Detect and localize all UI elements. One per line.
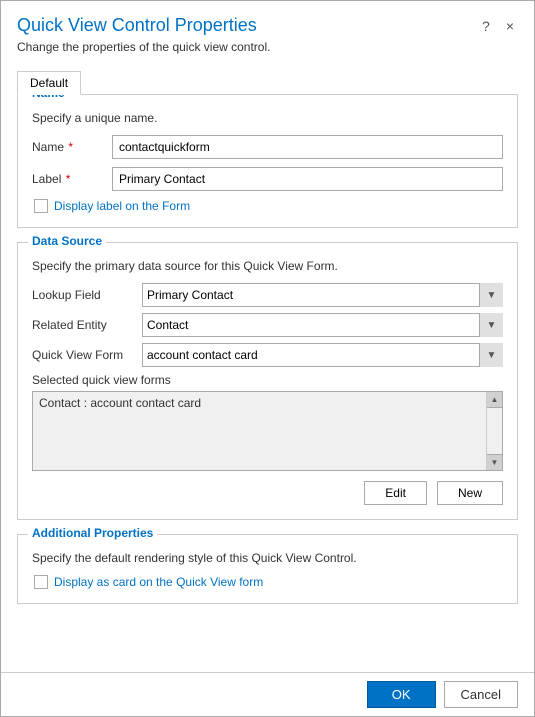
- action-buttons: Edit New: [32, 481, 503, 505]
- dialog-subtitle: Change the properties of the quick view …: [17, 40, 518, 54]
- tab-default[interactable]: Default: [17, 71, 81, 95]
- quick-view-form-row: Quick View Form account contact card ▼: [32, 343, 503, 367]
- dialog-title: Quick View Control Properties: [17, 15, 257, 36]
- name-required-star: *: [65, 140, 73, 154]
- label-row: Label *: [32, 167, 503, 191]
- additional-props-description: Specify the default rendering style of t…: [32, 551, 503, 565]
- edit-button[interactable]: Edit: [364, 481, 427, 505]
- display-label-text: Display label on the Form: [54, 199, 190, 213]
- name-label: Name *: [32, 140, 112, 154]
- name-section: Name Specify a unique name. Name * Label…: [17, 94, 518, 228]
- close-icon[interactable]: ×: [502, 16, 518, 36]
- name-input[interactable]: [112, 135, 503, 159]
- scroll-up-button[interactable]: ▲: [487, 392, 503, 408]
- data-source-description: Specify the primary data source for this…: [32, 259, 503, 273]
- selected-forms-item: Contact : account contact card: [39, 396, 201, 410]
- display-label-row: Display label on the Form: [34, 199, 503, 213]
- name-row: Name *: [32, 135, 503, 159]
- help-icon[interactable]: ?: [478, 16, 494, 36]
- related-entity-label: Related Entity: [32, 318, 142, 332]
- display-label-checkbox[interactable]: [34, 199, 48, 213]
- related-entity-row: Related Entity Contact ▼: [32, 313, 503, 337]
- display-as-card-checkbox[interactable]: [34, 575, 48, 589]
- new-button[interactable]: New: [437, 481, 503, 505]
- selected-forms-scrollbar: ▲ ▼: [486, 392, 502, 470]
- label-required-star: *: [62, 172, 70, 186]
- related-entity-wrapper: Contact ▼: [142, 313, 503, 337]
- display-as-card-row: Display as card on the Quick View form: [34, 575, 503, 589]
- tab-bar: Default: [17, 70, 518, 94]
- title-icons: ? ×: [478, 16, 518, 36]
- quick-view-form-label: Quick View Form: [32, 348, 142, 362]
- label-input[interactable]: [112, 167, 503, 191]
- additional-properties-section: Additional Properties Specify the defaul…: [17, 534, 518, 604]
- scroll-down-button[interactable]: ▼: [487, 454, 503, 470]
- lookup-field-select[interactable]: Primary Contact: [142, 283, 503, 307]
- additional-props-legend: Additional Properties: [28, 526, 157, 540]
- dialog-footer: OK Cancel: [1, 672, 534, 716]
- name-section-description: Specify a unique name.: [32, 111, 503, 125]
- selected-forms-label: Selected quick view forms: [32, 373, 503, 387]
- quick-view-form-wrapper: account contact card ▼: [142, 343, 503, 367]
- related-entity-select[interactable]: Contact: [142, 313, 503, 337]
- data-source-section: Data Source Specify the primary data sou…: [17, 242, 518, 520]
- display-as-card-label: Display as card on the Quick View form: [54, 575, 263, 589]
- lookup-field-row: Lookup Field Primary Contact ▼: [32, 283, 503, 307]
- label-label: Label *: [32, 172, 112, 186]
- dialog-container: Quick View Control Properties ? × Change…: [0, 0, 535, 717]
- data-source-legend: Data Source: [28, 234, 106, 248]
- selected-forms-content: Contact : account contact card: [33, 392, 502, 414]
- dialog-header: Quick View Control Properties ? × Change…: [1, 1, 534, 60]
- quick-view-form-select[interactable]: account contact card: [142, 343, 503, 367]
- lookup-field-label: Lookup Field: [32, 288, 142, 302]
- selected-forms-box: Contact : account contact card ▲ ▼: [32, 391, 503, 471]
- lookup-field-wrapper: Primary Contact ▼: [142, 283, 503, 307]
- cancel-button[interactable]: Cancel: [444, 681, 518, 708]
- dialog-body: Default Name Specify a unique name. Name…: [1, 60, 534, 672]
- ok-button[interactable]: OK: [367, 681, 436, 708]
- title-row: Quick View Control Properties ? ×: [17, 15, 518, 36]
